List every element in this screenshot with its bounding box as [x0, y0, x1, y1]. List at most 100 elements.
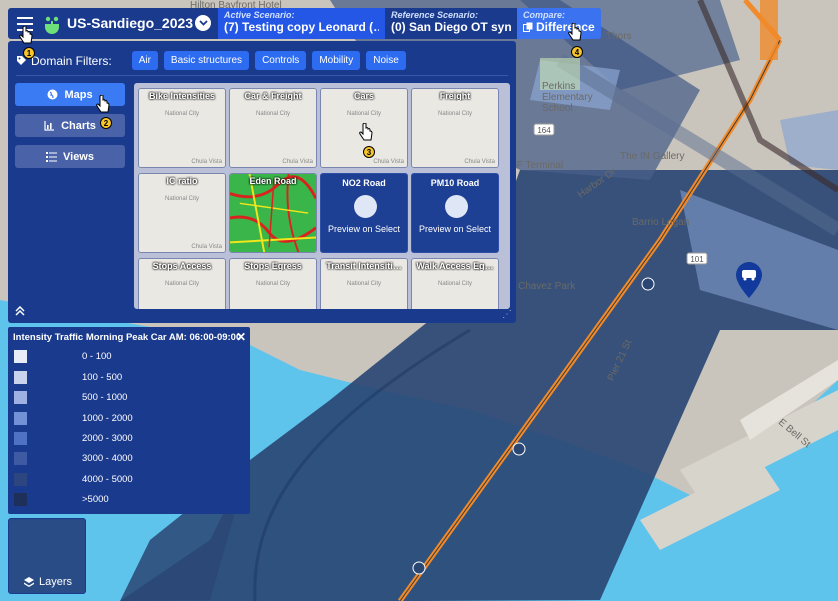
active-scenario-selector[interactable]: Active Scenario: (7) Testing copy Leonar… [218, 8, 385, 39]
tile-title: Bike Intensities [148, 91, 216, 101]
tile-city: National City [255, 281, 290, 287]
active-scenario-value: (7) Testing copy Leonard (… [224, 20, 379, 34]
collapse-panel-button[interactable] [15, 305, 25, 319]
tile-title: Cars [353, 91, 374, 101]
legend-swatch [14, 370, 27, 384]
tile-title: Car & Freight [244, 91, 302, 101]
tile-freight[interactable]: Freight National City Chula Vista [411, 88, 499, 168]
tile-bike-intensities[interactable]: Bike Intensities National City Chula Vis… [138, 88, 226, 168]
compare-selector[interactable]: Compare: Difference [517, 8, 601, 39]
map-label-sf-terminal: SF Terminal [510, 160, 564, 171]
hand-cursor-icon [359, 123, 373, 141]
hand-cursor-icon [96, 95, 110, 113]
legend-item: 2000 - 3000 [14, 431, 133, 445]
tile-eden-road[interactable]: Eden Road [229, 173, 317, 253]
highway-shield-101: 101 [690, 255, 704, 264]
legend-swatch [14, 349, 27, 363]
tile-city: Chula Vista [191, 244, 222, 250]
tile-city: Chula Vista [191, 159, 222, 165]
tile-stops-access[interactable]: Stops Access National City [138, 258, 226, 309]
domain-filters-label: Domain Filters: [31, 53, 112, 68]
tile-title: PM10 Road [430, 178, 480, 188]
step-badge: 4 [571, 46, 583, 58]
active-scenario-label: Active Scenario: [224, 10, 295, 20]
tile-city: National City [164, 111, 199, 117]
reference-scenario-label: Reference Scenario: [391, 10, 479, 20]
step-badge: 1 [23, 47, 35, 59]
tile-transit-intensities[interactable]: Transit Intensiti… National City [320, 258, 408, 309]
legend-item: 3000 - 4000 [14, 451, 133, 465]
nav-charts-label: Charts [61, 119, 96, 132]
legend-label: 2000 - 3000 [82, 432, 133, 444]
double-chevron-up-icon [15, 305, 25, 316]
layers-button[interactable]: Layers [8, 518, 86, 594]
globe-icon [445, 195, 468, 218]
legend-label: 1000 - 2000 [82, 412, 133, 424]
map-label-chavez-park: Chavez Park [518, 281, 576, 292]
legend-swatch [14, 390, 27, 404]
legend-close-button[interactable]: ✕ [236, 330, 246, 344]
map-label-perkins: Perkins Elementary School [542, 81, 593, 114]
legend-item: >5000 [14, 492, 109, 506]
legend-item: 0 - 100 [14, 349, 112, 363]
project-name[interactable]: US-Sandiego_2023 [67, 15, 193, 31]
tile-ic-ratio[interactable]: IC ratio National City Chula Vista [138, 173, 226, 253]
legend-label: 4000 - 5000 [82, 473, 133, 485]
tile-city: National City [437, 111, 472, 117]
tile-stops-egress[interactable]: Stops Egress National City [229, 258, 317, 309]
legend-item: 1000 - 2000 [14, 411, 133, 425]
legend-label: 0 - 100 [82, 350, 112, 362]
filter-chip-basic-structures[interactable]: Basic structures [163, 51, 250, 70]
preview-on-select-text: Preview on Select [418, 224, 492, 234]
tile-no2-road[interactable]: NO2 Road Preview on Select [320, 173, 408, 253]
tile-title: Stops Access [152, 261, 212, 271]
nav-views-button[interactable]: Views [15, 145, 125, 168]
legend-title: Intensity Traffic Morning Peak Car AM: 0… [13, 332, 242, 343]
resize-handle-icon[interactable]: ⋰ [502, 309, 512, 320]
preview-on-select-text: Preview on Select [327, 224, 401, 234]
list-icon [46, 152, 57, 162]
legend-item: 100 - 500 [14, 370, 122, 384]
tile-city: Chula Vista [464, 159, 495, 165]
map-label-barrio-logan: Barrio Logan [632, 217, 690, 228]
map-tiles-grid[interactable]: Bike Intensities National City Chula Vis… [134, 83, 510, 309]
difference-icon [523, 22, 533, 32]
chart-icon [44, 121, 55, 131]
compare-label: Compare: [523, 10, 566, 20]
filter-chip-air[interactable]: Air [131, 51, 158, 70]
globe-icon [47, 89, 58, 100]
legend-swatch [14, 411, 27, 425]
tile-pm10-road[interactable]: PM10 Road Preview on Select [411, 173, 499, 253]
legend-swatch [14, 451, 27, 465]
layers-label: Layers [39, 576, 73, 588]
project-dropdown-button[interactable] [195, 15, 211, 31]
filter-chip-noise[interactable]: Noise [366, 51, 406, 70]
tile-title: Eden Road [249, 176, 297, 186]
legend-label: 500 - 1000 [82, 391, 128, 403]
legend-swatch [14, 492, 27, 506]
tile-car-freight[interactable]: Car & Freight National City Chula Vista [229, 88, 317, 168]
legend-swatch [14, 472, 27, 486]
reference-scenario-selector[interactable]: Reference Scenario: (0) San Diego OT syn… [385, 8, 517, 39]
hand-cursor-icon [568, 23, 582, 41]
layers-icon [24, 577, 34, 587]
tile-city: National City [255, 111, 290, 117]
panel-divider [16, 75, 508, 76]
top-bar: US-Sandiego_2023 Active Scenario: (7) Te… [8, 8, 601, 39]
tile-title: Walk Access Eg… [416, 261, 494, 271]
globe-icon [354, 195, 377, 218]
legend-label: 3000 - 4000 [82, 452, 133, 464]
legend-panel: Intensity Traffic Morning Peak Car AM: 0… [8, 327, 250, 514]
filter-chip-controls[interactable]: Controls [255, 51, 307, 70]
compare-value: Difference [536, 20, 595, 34]
domain-filters: Domain Filters: Air Basic structures Con… [16, 51, 406, 70]
reference-scenario-value: (0) San Diego OT sync [391, 20, 511, 34]
tile-city: Chula Vista [282, 159, 313, 165]
project-icon [45, 16, 59, 34]
tile-city: National City [437, 281, 472, 287]
tile-title: IC ratio [166, 176, 198, 186]
legend-item: 4000 - 5000 [14, 472, 133, 486]
filter-chip-mobility[interactable]: Mobility [312, 51, 361, 70]
legend-item: 500 - 1000 [14, 390, 127, 404]
tile-walk-access-egress[interactable]: Walk Access Eg… National City [411, 258, 499, 309]
